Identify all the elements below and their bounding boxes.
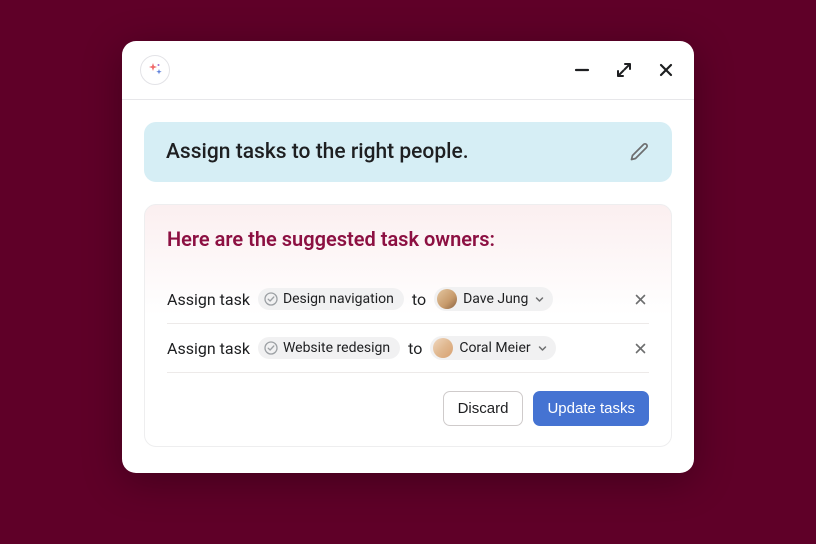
to-label: to xyxy=(408,339,422,358)
minimize-button[interactable] xyxy=(572,60,592,80)
minimize-icon xyxy=(573,61,591,79)
task-row: Assign task Design navigation to Dave Ju… xyxy=(167,275,649,324)
person-chip[interactable]: Coral Meier xyxy=(430,336,555,360)
expand-button[interactable] xyxy=(614,60,634,80)
task-row: Assign task Website redesign to Coral Me… xyxy=(167,324,649,373)
prompt-banner: Assign tasks to the right people. xyxy=(144,122,672,182)
remove-row-button[interactable] xyxy=(632,340,649,357)
suggestions-card: Here are the suggested task owners: Assi… xyxy=(144,204,672,447)
update-tasks-button[interactable]: Update tasks xyxy=(533,391,649,426)
person-name: Coral Meier xyxy=(459,340,530,356)
prompt-text: Assign tasks to the right people. xyxy=(166,140,469,164)
suggestions-title: Here are the suggested task owners: xyxy=(167,227,649,251)
assign-label: Assign task xyxy=(167,339,250,358)
modal-header xyxy=(122,41,694,100)
x-icon xyxy=(634,342,647,355)
ai-assign-modal: Assign tasks to the right people. Here a… xyxy=(122,41,694,473)
avatar xyxy=(437,289,457,309)
assign-label: Assign task xyxy=(167,290,250,309)
pencil-icon xyxy=(628,141,650,163)
task-name: Website redesign xyxy=(283,340,390,356)
task-chip[interactable]: Design navigation xyxy=(258,288,404,310)
avatar xyxy=(433,338,453,358)
discard-button[interactable]: Discard xyxy=(443,391,524,426)
window-controls xyxy=(572,60,676,80)
to-label: to xyxy=(412,290,426,309)
chevron-down-icon xyxy=(534,294,545,305)
expand-icon xyxy=(615,61,633,79)
action-buttons: Discard Update tasks xyxy=(167,391,649,426)
edit-prompt-button[interactable] xyxy=(628,141,650,163)
person-chip[interactable]: Dave Jung xyxy=(434,287,553,311)
task-name: Design navigation xyxy=(283,291,394,307)
close-icon xyxy=(657,61,675,79)
modal-body: Assign tasks to the right people. Here a… xyxy=(122,100,694,473)
check-circle-icon xyxy=(264,292,278,306)
person-name: Dave Jung xyxy=(463,291,528,307)
task-chip[interactable]: Website redesign xyxy=(258,337,400,359)
x-icon xyxy=(634,293,647,306)
check-circle-icon xyxy=(264,341,278,355)
chevron-down-icon xyxy=(537,343,548,354)
remove-row-button[interactable] xyxy=(632,291,649,308)
close-button[interactable] xyxy=(656,60,676,80)
sparkle-icon xyxy=(140,55,170,85)
